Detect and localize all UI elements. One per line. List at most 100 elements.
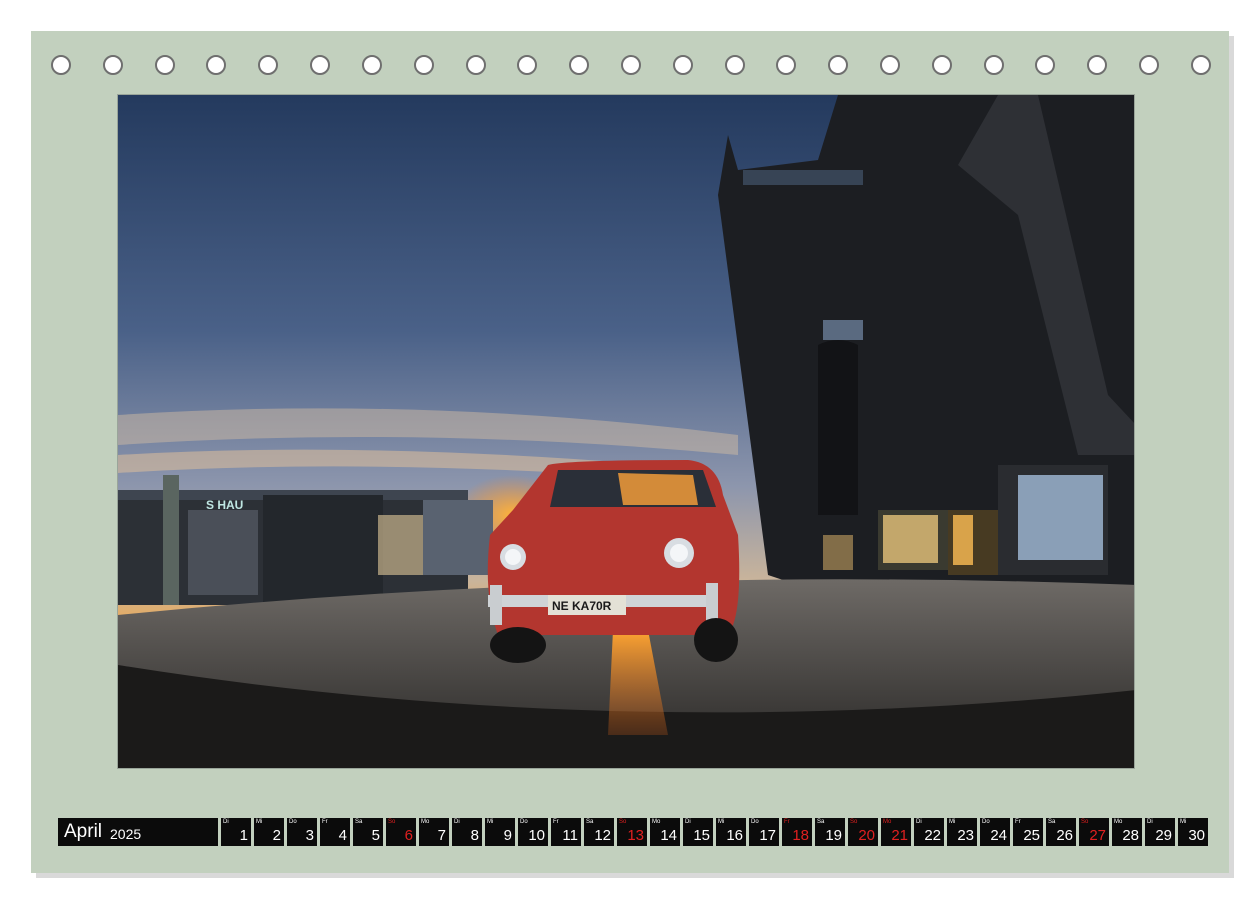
weekday-label: Sa [586,819,594,825]
day-cell: Do 10 [518,818,548,846]
binding-hole [1139,55,1160,75]
weekday-label: Mi [487,819,494,825]
day-number: 14 [660,827,677,844]
weekday-label: Sa [1048,819,1056,825]
day-number: 24 [990,827,1007,844]
weekday-label: Mi [718,819,725,825]
day-cell: Sa 26 [1046,818,1076,846]
binding-hole [102,55,123,75]
day-cell: Do 24 [980,818,1010,846]
weekday-label: Sa [817,819,825,825]
day-cell: Fr 4 [320,818,350,846]
day-number: 12 [594,827,611,844]
day-cell: Mo 7 [419,818,449,846]
binding-hole [931,55,952,75]
binding-hole [724,55,745,75]
weekday-label: Mo [652,819,661,825]
day-cell: Do 3 [287,818,317,846]
weekday-label: Di [223,819,229,825]
month-name: April [64,821,103,842]
binding-hole [828,55,849,75]
binding-hole [51,55,71,75]
day-cell: Mi 16 [716,818,746,846]
weekday-label: Di [916,819,922,825]
day-number: 10 [528,827,545,844]
day-number: 21 [891,827,908,844]
month-year: 2025 [110,826,142,842]
day-cell: Mi 23 [947,818,977,846]
weekday-label: Fr [322,819,328,825]
weekday-label: Do [520,819,528,825]
day-cell: Fr 25 [1013,818,1043,846]
weekday-label: Di [1147,819,1153,825]
day-number: 8 [470,827,479,844]
day-number: 15 [693,827,710,844]
day-cell: Sa 5 [353,818,383,846]
day-number: 11 [562,827,578,844]
weekday-label: Do [751,819,759,825]
day-number: 4 [338,827,347,844]
day-cell: Fr 18 [782,818,812,846]
weekday-label: So [1081,819,1089,825]
day-cell: Mi 9 [485,818,515,846]
day-number: 17 [759,827,776,844]
day-cell: So 13 [617,818,647,846]
day-cell: Fr 11 [551,818,581,846]
binding-hole [1035,55,1056,75]
day-number: 13 [627,827,644,844]
photo-illustration: S HAU NE KA70R [118,95,1134,768]
day-cell: So 20 [848,818,878,846]
day-cell: So 6 [386,818,416,846]
day-cell: Mi 2 [254,818,284,846]
binding-hole [258,55,279,75]
day-cell: Do 17 [749,818,779,846]
weekday-label: Di [454,819,460,825]
day-number: 2 [272,827,281,844]
day-number: 25 [1023,827,1040,844]
calendar-strip: April 2025 Di 1 Mi 2 Do 3 Fr 4 Sa 5 So 6 Mo 7 Di 8 Mi 9 Do… [58,818,1208,846]
day-number: 27 [1089,827,1106,844]
weekday-label: Do [289,819,297,825]
binding-hole [776,55,797,75]
day-number: 19 [825,827,842,844]
day-cell: Di 1 [221,818,251,846]
weekday-label: So [388,819,396,825]
day-cell: Di 15 [683,818,713,846]
weekday-label: Mo [421,819,430,825]
binding-hole [569,55,590,75]
weekday-label: Di [685,819,691,825]
day-cell: Mo 21 [881,818,911,846]
weekday-label: Fr [784,819,790,825]
binding-holes [51,55,1211,79]
day-number: 6 [404,827,413,844]
binding-hole [361,55,382,75]
day-number: 23 [957,827,974,844]
station-sign: S HAU [206,498,243,512]
day-number: 26 [1056,827,1073,844]
binding-hole [1087,55,1108,75]
day-number: 22 [924,827,941,844]
binding-hole [983,55,1004,75]
weekday-label: Sa [355,819,363,825]
day-number: 20 [858,827,875,844]
binding-hole [465,55,486,75]
day-cell: Di 8 [452,818,482,846]
weekday-label: Mi [949,819,956,825]
day-cell: Di 22 [914,818,944,846]
binding-hole [1190,55,1211,75]
binding-hole [413,55,434,75]
day-number: 1 [239,827,248,844]
day-cell: Sa 12 [584,818,614,846]
day-number: 29 [1155,827,1172,844]
weekday-label: Mo [1114,819,1123,825]
day-number: 18 [792,827,809,844]
binding-hole [880,55,900,75]
binding-hole [310,55,331,75]
binding-hole [620,55,641,75]
weekday-label: Mi [1180,819,1187,825]
day-number: 7 [437,827,446,844]
day-number: 28 [1122,827,1139,844]
license-plate: NE KA70R [552,599,612,613]
calendar-page: S HAU NE KA70R April 2025 Di 1 Mi 2 Do 3… [31,31,1229,873]
day-cell: So 27 [1079,818,1109,846]
